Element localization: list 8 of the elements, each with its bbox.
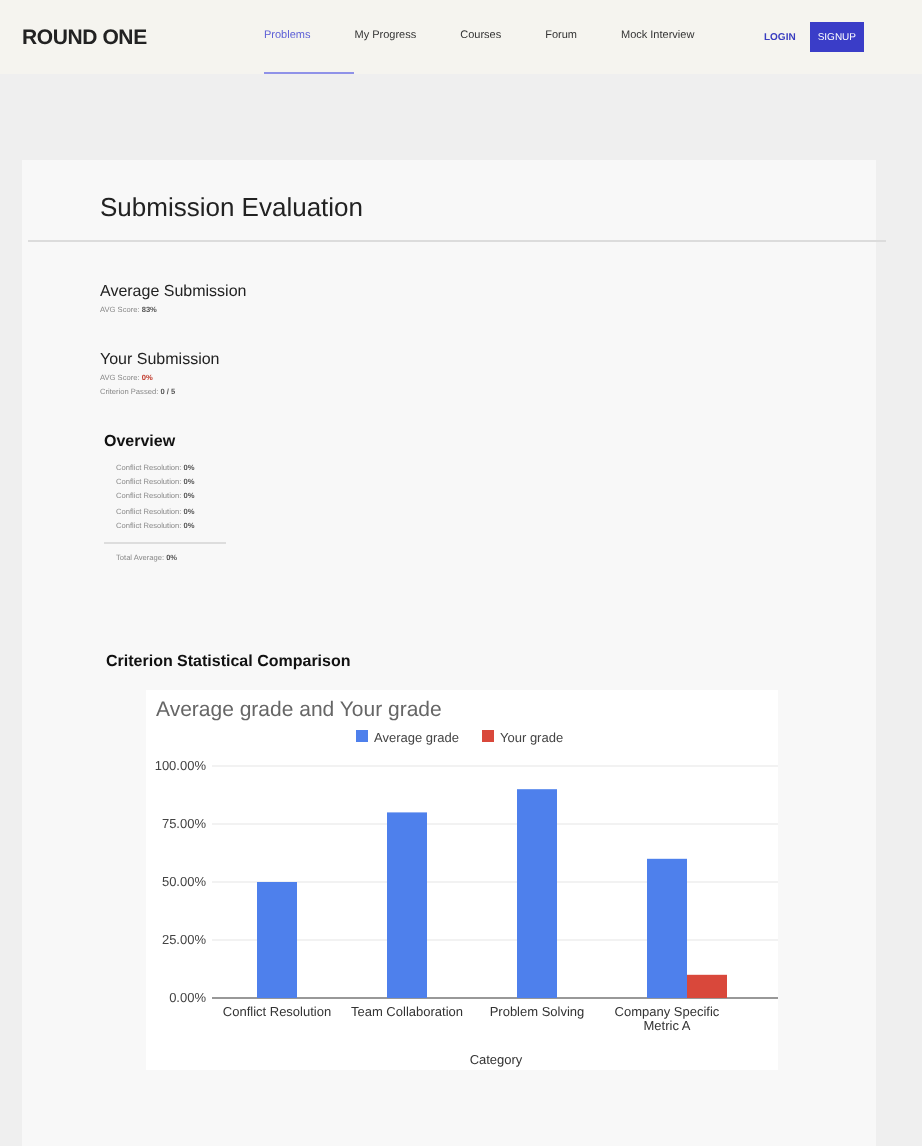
logo[interactable]: ROUND ONE: [22, 25, 264, 49]
bar: [257, 882, 297, 999]
page-title: Submission Evaluation: [98, 190, 366, 226]
section-heading: Your Submission: [100, 350, 222, 368]
section-heading: Overview: [104, 432, 178, 450]
section-heading: Average Submission: [100, 282, 249, 300]
section-heading: Criterion Statistical Comparison: [106, 652, 353, 671]
chart-title: Average grade and Your grade: [156, 698, 442, 723]
